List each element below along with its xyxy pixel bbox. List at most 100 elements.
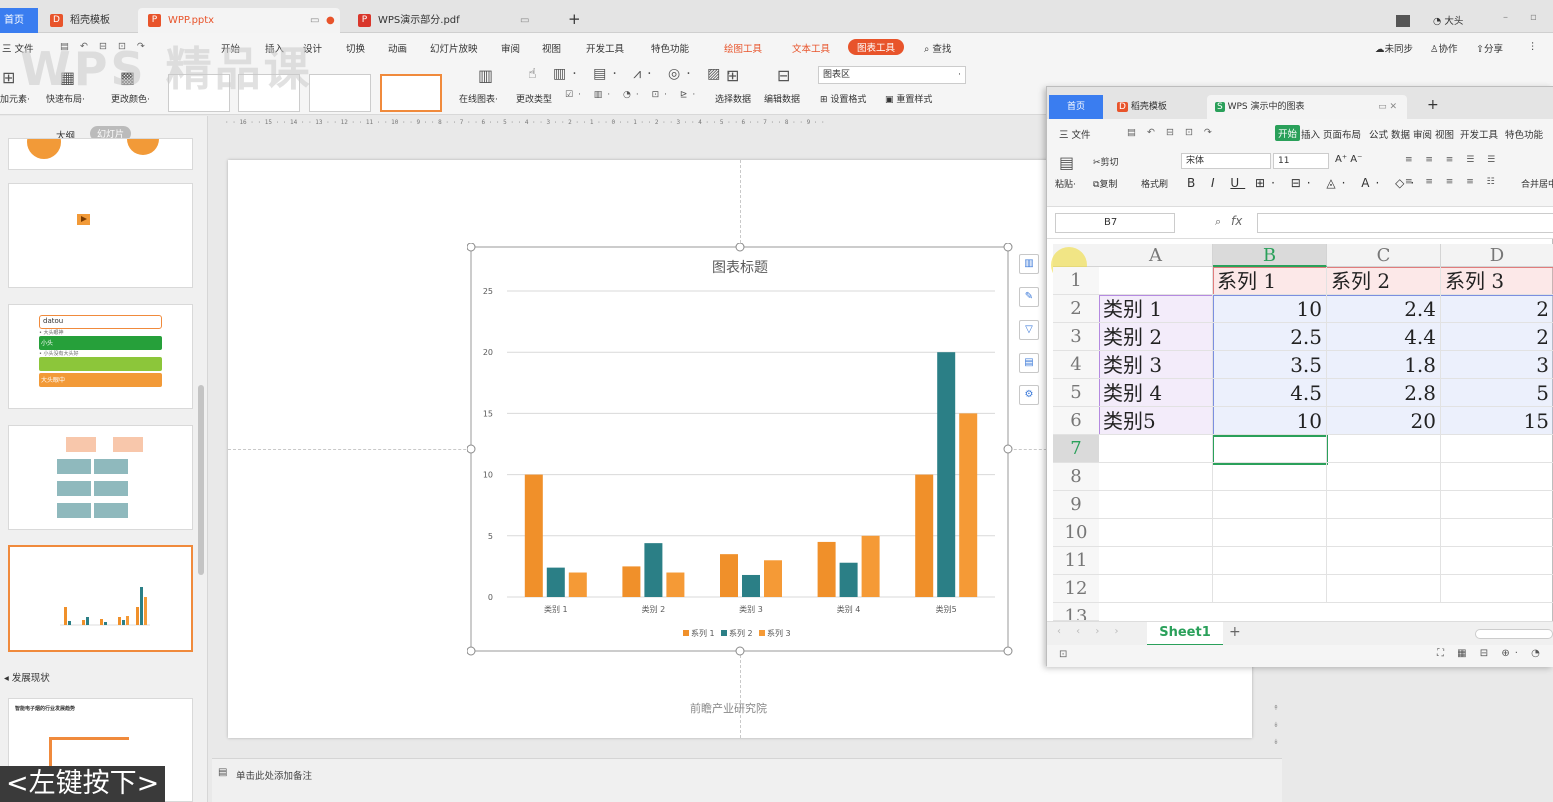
table-cell[interactable]: 5 (1441, 379, 1553, 407)
table-cell[interactable]: 2.4 (1327, 295, 1441, 323)
resize-handle[interactable] (1003, 243, 1013, 252)
table-cell[interactable] (1213, 575, 1327, 603)
set-format-button[interactable]: ⊞ 设置格式 (820, 92, 866, 105)
legend-label[interactable]: 系列 3 (767, 628, 791, 638)
menu-features[interactable]: 特色功能 (651, 41, 689, 55)
table-cell[interactable]: 2.5 (1213, 323, 1327, 351)
slide-thumb-1[interactable] (8, 138, 193, 170)
legend-label[interactable]: 系列 2 (729, 628, 753, 638)
menu-draw-tools[interactable]: 绘图工具 (724, 41, 762, 55)
chart-object[interactable]: 图表标题 0 5 10 15 20 25 类别 1 类别 2 类别 3 类别 4 类别5 系列 1… (467, 243, 1013, 656)
ss-menu-features[interactable]: 特色功能 (1505, 127, 1543, 141)
sheet-nav-icons[interactable]: ‹ ‹ › › (1057, 626, 1125, 637)
minimize-icon[interactable]: – (1503, 12, 1508, 23)
table-cell[interactable] (1441, 491, 1553, 519)
bar-3-4[interactable] (861, 535, 880, 597)
copy-button[interactable]: ⧉复制 (1093, 177, 1117, 190)
table-cell[interactable] (1099, 547, 1213, 575)
bar-1-4[interactable] (817, 541, 836, 597)
table-cell[interactable]: 系列 3 (1441, 267, 1553, 295)
menu-chart-tools[interactable]: 图表工具 (848, 39, 905, 55)
add-element-button[interactable]: 加元素· (0, 92, 30, 105)
ss-quick-icons[interactable]: ▤ ↶ ⊟ ⊡ ↷ (1127, 127, 1216, 138)
table-cell[interactable]: 2 (1441, 323, 1553, 351)
ss-tab-chart[interactable]: S WPS 演示中的图表 ▭ ✕ (1207, 95, 1407, 119)
table-cell[interactable]: 系列 1 (1213, 267, 1327, 295)
table-cell[interactable] (1441, 575, 1553, 603)
select-data-button[interactable]: 选择数据 (715, 92, 751, 105)
sheet-tab-sheet1[interactable]: Sheet1 (1147, 622, 1223, 646)
paste-button[interactable]: 粘贴· (1055, 177, 1076, 190)
resize-handle[interactable] (467, 444, 476, 454)
table-cell[interactable] (1327, 575, 1441, 603)
table-cell[interactable]: 类别 3 (1099, 351, 1213, 379)
row-header[interactable]: 2 (1053, 295, 1099, 323)
ss-menu-view[interactable]: 视图 (1435, 127, 1454, 141)
format-painter-button[interactable]: 格式刷 (1141, 177, 1168, 190)
chart-filter-icon[interactable]: ▽ (1019, 320, 1039, 340)
menu-devtools[interactable]: 开发工具 (586, 41, 624, 55)
bar-3-2[interactable] (666, 572, 685, 597)
online-chart-button[interactable]: 在线图表· (459, 92, 498, 105)
macro-icon[interactable]: ⊡ (1059, 649, 1067, 660)
table-cell[interactable] (1327, 463, 1441, 491)
table-cell[interactable] (1327, 435, 1441, 463)
menu-animation[interactable]: 动画 (388, 41, 407, 55)
resize-handle[interactable] (1003, 444, 1013, 454)
row-header[interactable]: 6 (1053, 407, 1099, 435)
chart-option-icons[interactable]: ☑· ▥· ◔· ⊡· ⊵· (565, 90, 700, 100)
chart-title[interactable]: 图表标题 (712, 260, 768, 276)
font-grow-icons[interactable]: A⁺ A⁻ (1335, 154, 1362, 165)
bar-2-3[interactable] (742, 574, 760, 597)
slide-thumb-2[interactable] (8, 183, 193, 288)
formula-input[interactable] (1257, 213, 1553, 233)
quick-access-icons[interactable]: ▤ ↶ ⊟ ⊡ ↷ (60, 41, 149, 52)
table-cell[interactable]: 20 (1327, 407, 1441, 435)
row-header[interactable]: 8 (1053, 463, 1099, 491)
window-mode-icon[interactable] (1396, 15, 1410, 27)
slide-thumb-5[interactable] (8, 545, 193, 652)
column-header-a[interactable]: A (1099, 244, 1213, 267)
row-header[interactable]: 3 (1053, 323, 1099, 351)
table-cell[interactable] (1099, 491, 1213, 519)
row-header[interactable]: 11 (1053, 547, 1099, 575)
table-cell[interactable]: 类别 4 (1099, 379, 1213, 407)
ss-menu-dev[interactable]: 开发工具 (1460, 127, 1498, 141)
section-heading[interactable]: ◂ 发展现状 (4, 670, 50, 684)
reset-style-button[interactable]: ▣ 重置样式 (885, 92, 932, 105)
chart-style-1[interactable] (168, 74, 230, 112)
table-cell[interactable] (1213, 491, 1327, 519)
menu-view[interactable]: 视图 (542, 41, 561, 55)
menu-design[interactable]: 设计 (303, 41, 322, 55)
table-cell[interactable] (1441, 547, 1553, 575)
new-tab-button[interactable]: + (568, 10, 581, 28)
resize-handle[interactable] (1003, 646, 1013, 656)
tab-pdf[interactable]: P WPS演示部分.pdf ▭ (348, 8, 546, 33)
zoom-icon[interactable]: ⌕ (1215, 215, 1221, 229)
bar-2-2[interactable] (644, 543, 663, 597)
chart-elements-icon[interactable]: ▥ (1019, 254, 1039, 274)
ss-tab-docer[interactable]: D 稻壳模板 (1111, 95, 1167, 119)
table-cell[interactable]: 10 (1213, 407, 1327, 435)
merge-button[interactable]: 合并居中 (1521, 177, 1553, 190)
table-cell[interactable] (1099, 575, 1213, 603)
table-cell[interactable] (1441, 435, 1553, 463)
chart-style-2[interactable] (238, 74, 300, 112)
ss-menu-data[interactable]: 数据 (1391, 127, 1410, 141)
table-cell[interactable] (1213, 435, 1327, 463)
row-header[interactable]: 9 (1053, 491, 1099, 519)
menu-search[interactable]: ⌕ 查找 (924, 41, 951, 55)
table-cell[interactable]: 类别5 (1099, 407, 1213, 435)
horizontal-scrollbar[interactable] (1475, 629, 1553, 639)
tab-docer[interactable]: D 稻壳模板 (40, 8, 138, 33)
menu-insert[interactable]: 插入 (265, 41, 284, 55)
row-header[interactable]: 1 (1053, 267, 1099, 295)
slide-thumb-4[interactable] (8, 425, 193, 530)
edit-data-button[interactable]: 编辑数据 (764, 92, 800, 105)
add-sheet-button[interactable]: + (1229, 624, 1241, 640)
menu-transition[interactable]: 切换 (346, 41, 365, 55)
ss-menu-start[interactable]: 开始 (1275, 125, 1301, 141)
row-header[interactable]: 12 (1053, 575, 1099, 603)
ss-menu-layout[interactable]: 页面布局 (1323, 127, 1361, 141)
column-header-c[interactable]: C (1327, 244, 1441, 267)
